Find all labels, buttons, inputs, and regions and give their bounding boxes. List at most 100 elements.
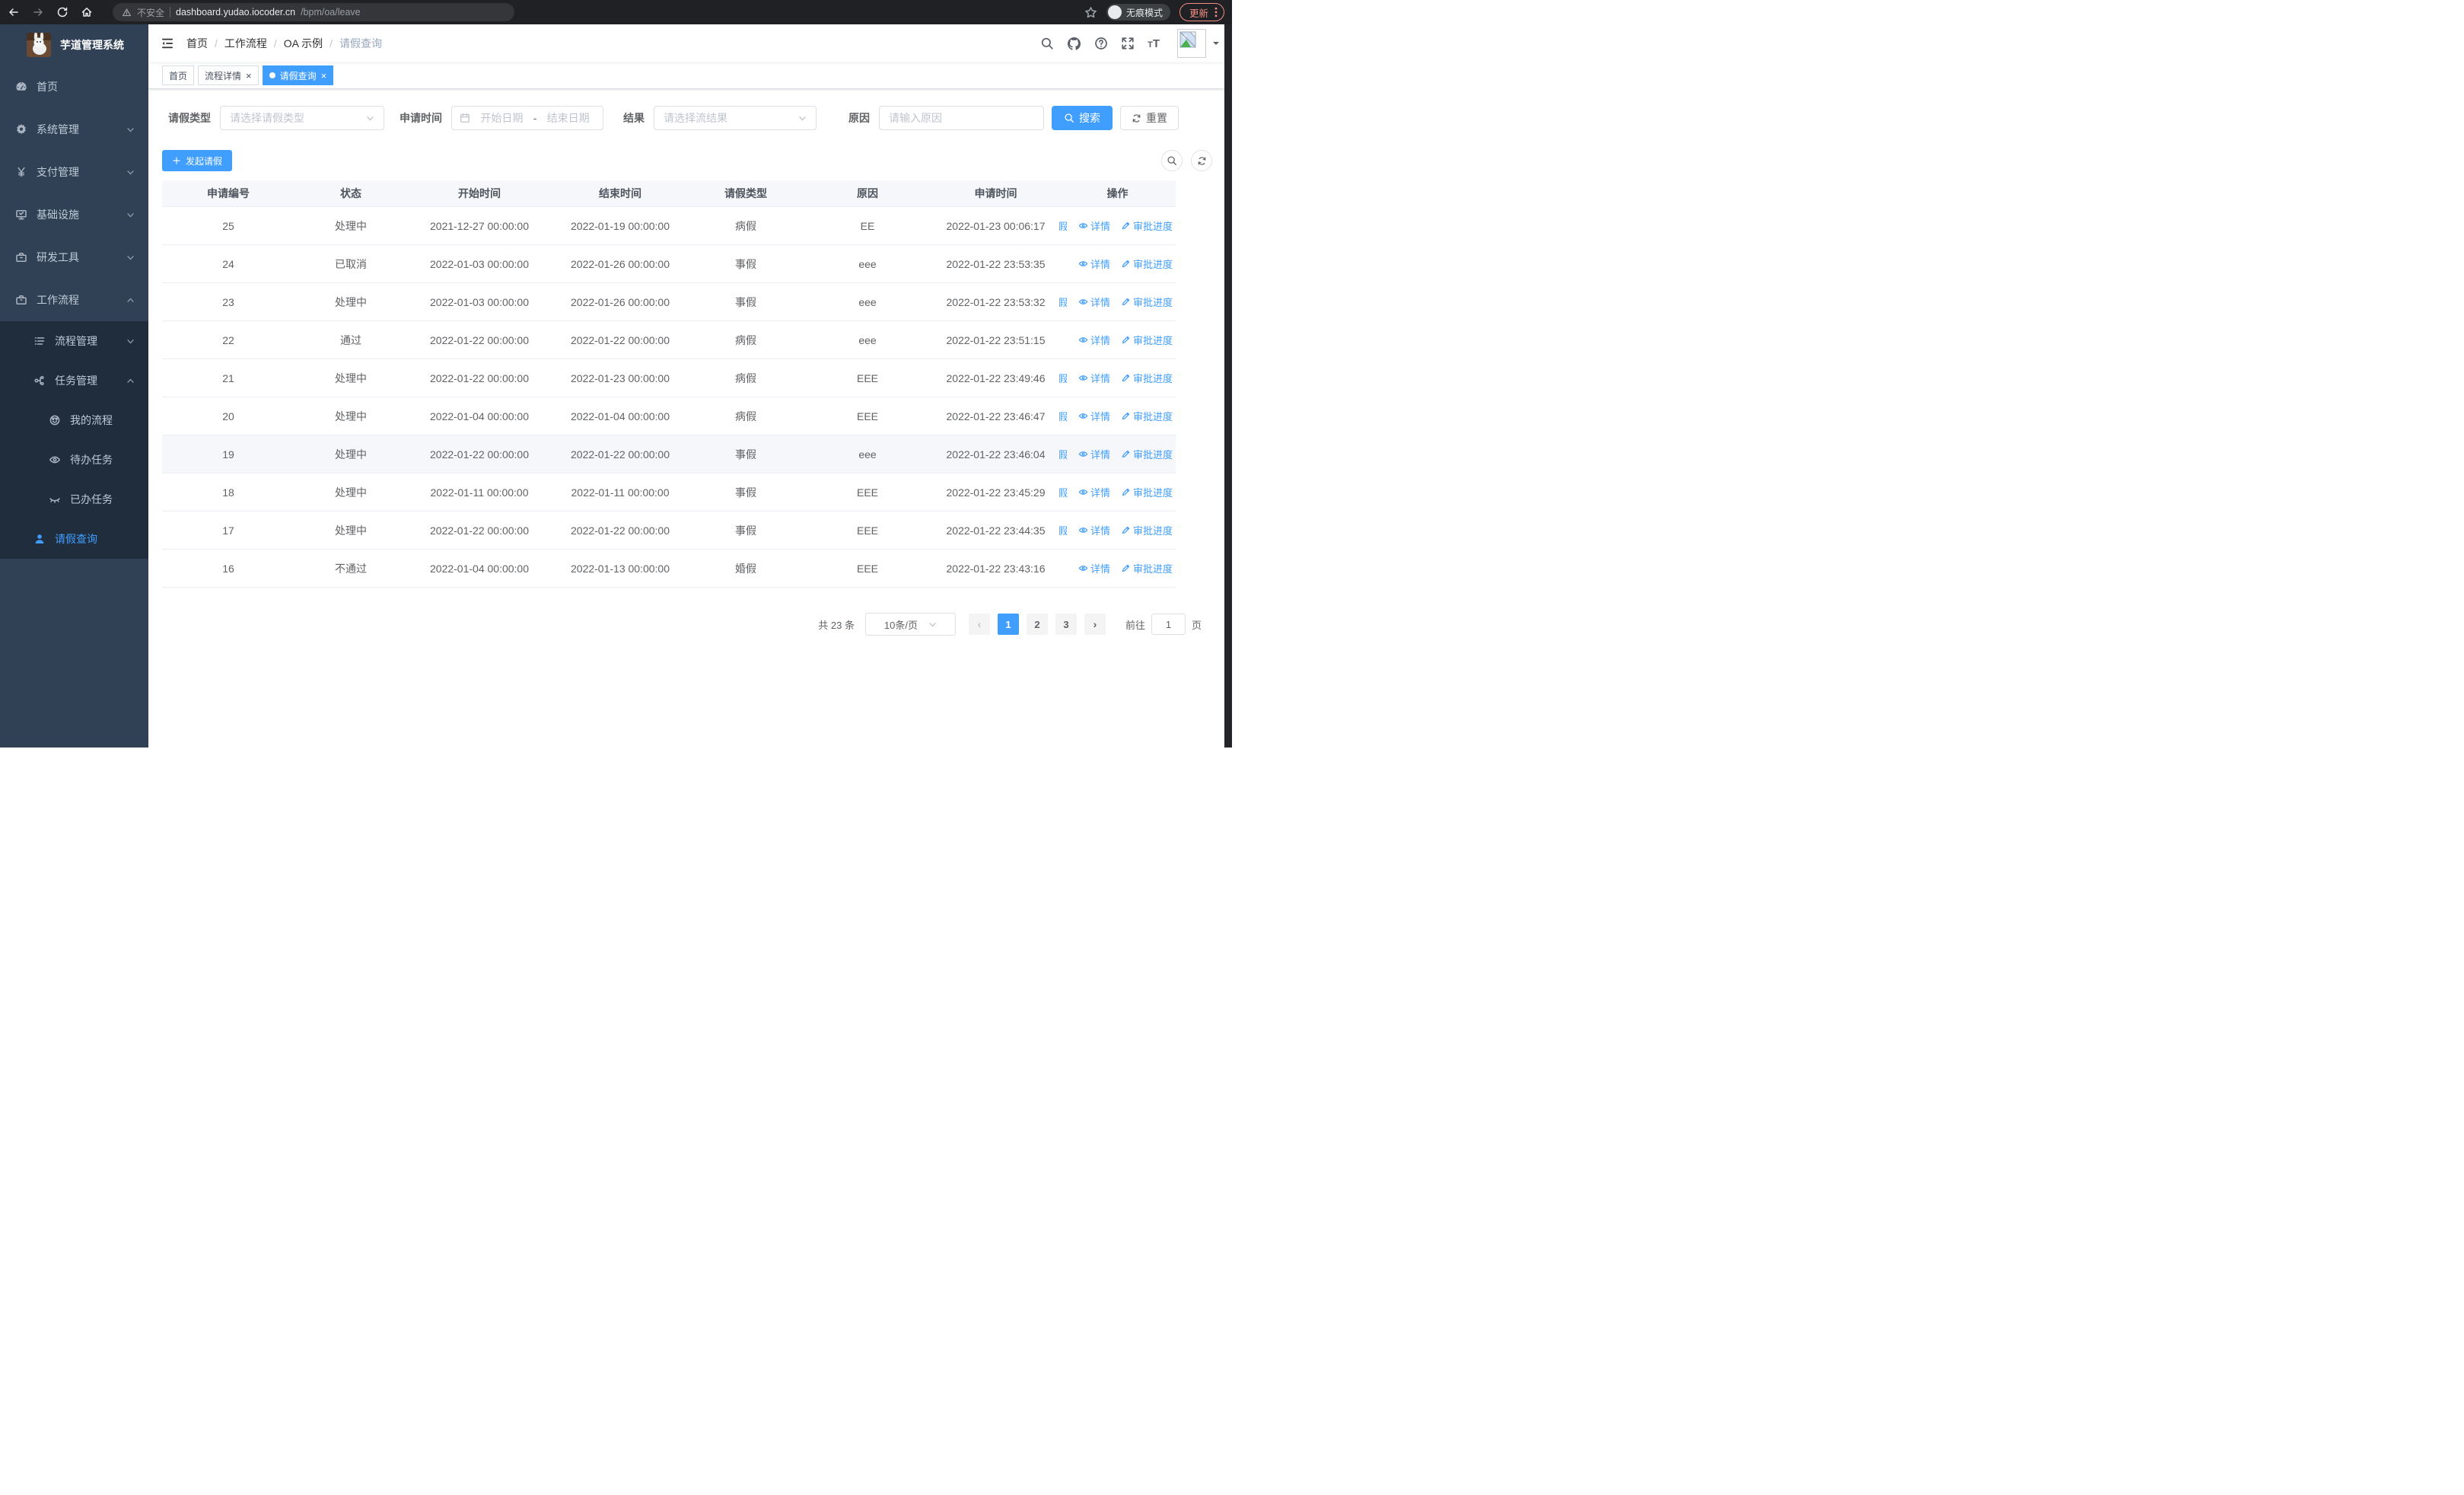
cancel-leave-link[interactable]: 取消请假 <box>1059 485 1068 499</box>
page: 不安全 dashboard.yudao.iocoder.cn/bpm/oa/le… <box>0 0 1232 748</box>
tag-tab-流程详情[interactable]: 流程详情 × <box>198 65 259 85</box>
menu-dots-icon[interactable] <box>1214 7 1218 18</box>
font-size-icon[interactable]: TT <box>1148 38 1160 49</box>
sidebar-fold-icon[interactable] <box>161 37 174 50</box>
sidebar-item-首页[interactable]: 首页 <box>0 65 148 108</box>
search-icon[interactable] <box>1040 37 1054 50</box>
table-row: 21 处理中 2022-01-22 00:00:00 2022-01-23 00… <box>162 359 1176 397</box>
cell-actions: 取消请假 详情审批进度 <box>1059 218 1176 233</box>
calendar-icon <box>460 113 470 123</box>
detail-link[interactable]: 详情 <box>1078 257 1110 271</box>
audit-progress-link[interactable]: 审批进度 <box>1121 523 1173 537</box>
audit-progress-link[interactable]: 审批进度 <box>1121 485 1173 499</box>
chevron-up-icon <box>126 377 135 385</box>
cancel-leave-link[interactable]: 取消请假 <box>1059 447 1068 461</box>
back-icon[interactable] <box>8 6 20 18</box>
home-icon[interactable] <box>81 6 93 18</box>
detail-link[interactable]: 详情 <box>1078 485 1110 499</box>
audit-progress-link[interactable]: 审批进度 <box>1121 333 1173 347</box>
refresh-table-button[interactable] <box>1191 150 1212 171</box>
breadcrumb-item[interactable]: OA 示例 <box>284 36 323 51</box>
audit-progress-link[interactable]: 审批进度 <box>1121 371 1173 385</box>
sidebar-item-待办任务[interactable]: 待办任务 <box>0 440 148 480</box>
cancel-leave-link[interactable]: 取消请假 <box>1059 523 1068 537</box>
fullscreen-icon[interactable] <box>1121 37 1135 50</box>
browser-update-button[interactable]: 更新 <box>1179 3 1224 21</box>
breadcrumb-item[interactable]: 首页 <box>186 36 208 51</box>
chevron-down-icon <box>126 211 135 219</box>
sidebar-item-研发工具[interactable]: 研发工具 <box>0 236 148 279</box>
bookmark-star-icon[interactable] <box>1084 6 1097 19</box>
sidebar-item-请假查询[interactable]: 请假查询 <box>0 519 148 559</box>
help-icon[interactable] <box>1094 37 1108 50</box>
sidebar-item-我的流程[interactable]: 我的流程 <box>0 400 148 440</box>
cell-apply-time: 2022-01-22 23:53:35 <box>946 257 1046 270</box>
reset-button[interactable]: 重置 <box>1120 106 1179 130</box>
chevron-down-icon <box>126 337 135 346</box>
close-icon[interactable]: × <box>246 71 252 81</box>
audit-progress-link[interactable]: 审批进度 <box>1121 295 1173 309</box>
cell-leave-type: 事假 <box>735 524 756 537</box>
sidebar-item-已办任务[interactable]: 已办任务 <box>0 480 148 519</box>
reason-input[interactable]: 请输入原因 <box>879 106 1044 130</box>
chevron-down-icon <box>126 126 135 134</box>
tag-tab-请假查询[interactable]: 请假查询 × <box>262 65 334 85</box>
audit-progress-link[interactable]: 审批进度 <box>1121 218 1173 233</box>
page-number-button[interactable]: 2 <box>1026 614 1048 635</box>
cancel-leave-link[interactable]: 取消请假 <box>1059 409 1068 423</box>
detail-link[interactable]: 详情 <box>1078 333 1110 347</box>
show-search-button[interactable] <box>1161 150 1183 171</box>
result-select[interactable]: 请选择流结果 <box>654 106 817 130</box>
pen-icon <box>1121 373 1131 383</box>
detail-link[interactable]: 详情 <box>1078 447 1110 461</box>
tag-tab-首页[interactable]: 首页 <box>162 65 195 85</box>
audit-progress-link[interactable]: 审批进度 <box>1121 409 1173 423</box>
prev-page-button[interactable]: ‹ <box>968 614 990 635</box>
sidebar-item-工作流程[interactable]: 工作流程 <box>0 279 148 321</box>
sidebar-item-任务管理[interactable]: 任务管理 <box>0 361 148 400</box>
leave-type-select[interactable]: 请选择请假类型 <box>220 106 384 130</box>
sidebar-item-基础设施[interactable]: 基础设施 <box>0 193 148 236</box>
address-bar[interactable]: 不安全 dashboard.yudao.iocoder.cn/bpm/oa/le… <box>113 3 514 21</box>
browser-scrollbar[interactable] <box>1224 24 1232 748</box>
next-page-button[interactable]: › <box>1084 614 1106 635</box>
reload-icon[interactable] <box>56 6 68 18</box>
create-leave-button[interactable]: 发起请假 <box>162 150 233 171</box>
github-icon[interactable] <box>1067 37 1081 51</box>
sidebar-item-流程管理[interactable]: 流程管理 <box>0 321 148 361</box>
detail-link[interactable]: 详情 <box>1078 218 1110 233</box>
detail-link[interactable]: 详情 <box>1078 371 1110 385</box>
goto-page-input[interactable] <box>1151 614 1186 635</box>
detail-link[interactable]: 详情 <box>1078 409 1110 423</box>
page-number-button[interactable]: 3 <box>1055 614 1077 635</box>
plus-icon <box>172 156 181 165</box>
app-logo <box>27 33 51 57</box>
forward-icon[interactable] <box>32 6 44 18</box>
sidebar-logo-row[interactable]: 芋道管理系统 <box>0 24 148 65</box>
apply-time-range-picker[interactable]: 开始日期 - 结束日期 <box>451 106 603 130</box>
breadcrumb-item: 请假查询 <box>339 37 383 49</box>
sidebar-item-支付管理[interactable]: 支付管理 <box>0 151 148 193</box>
cancel-leave-link[interactable]: 取消请假 <box>1059 295 1068 309</box>
cell-start-time: 2022-01-22 00:00:00 <box>430 371 529 384</box>
audit-progress-link[interactable]: 审批进度 <box>1121 561 1173 575</box>
column-header: 结束时间 <box>599 187 641 199</box>
search-button[interactable]: 搜索 <box>1052 106 1113 130</box>
audit-progress-link[interactable]: 审批进度 <box>1121 447 1173 461</box>
cancel-leave-link[interactable]: 取消请假 <box>1059 371 1068 385</box>
detail-link[interactable]: 详情 <box>1078 295 1110 309</box>
detail-link[interactable]: 详情 <box>1078 561 1110 575</box>
page-number-button[interactable]: 1 <box>997 614 1019 635</box>
avatar <box>1177 29 1206 58</box>
pen-icon <box>1121 487 1131 497</box>
audit-progress-link[interactable]: 审批进度 <box>1121 257 1173 271</box>
breadcrumb-item[interactable]: 工作流程 <box>224 36 267 51</box>
cancel-leave-link[interactable]: 取消请假 <box>1059 218 1068 233</box>
sidebar-item-系统管理[interactable]: 系统管理 <box>0 108 148 151</box>
user-avatar-menu[interactable] <box>1177 29 1220 58</box>
detail-link[interactable]: 详情 <box>1078 523 1110 537</box>
view-icon <box>1078 487 1088 497</box>
page-size-select[interactable]: 10条/页 <box>864 613 956 636</box>
close-icon[interactable]: × <box>321 71 327 81</box>
cell-start-time: 2022-01-03 00:00:00 <box>430 257 529 270</box>
